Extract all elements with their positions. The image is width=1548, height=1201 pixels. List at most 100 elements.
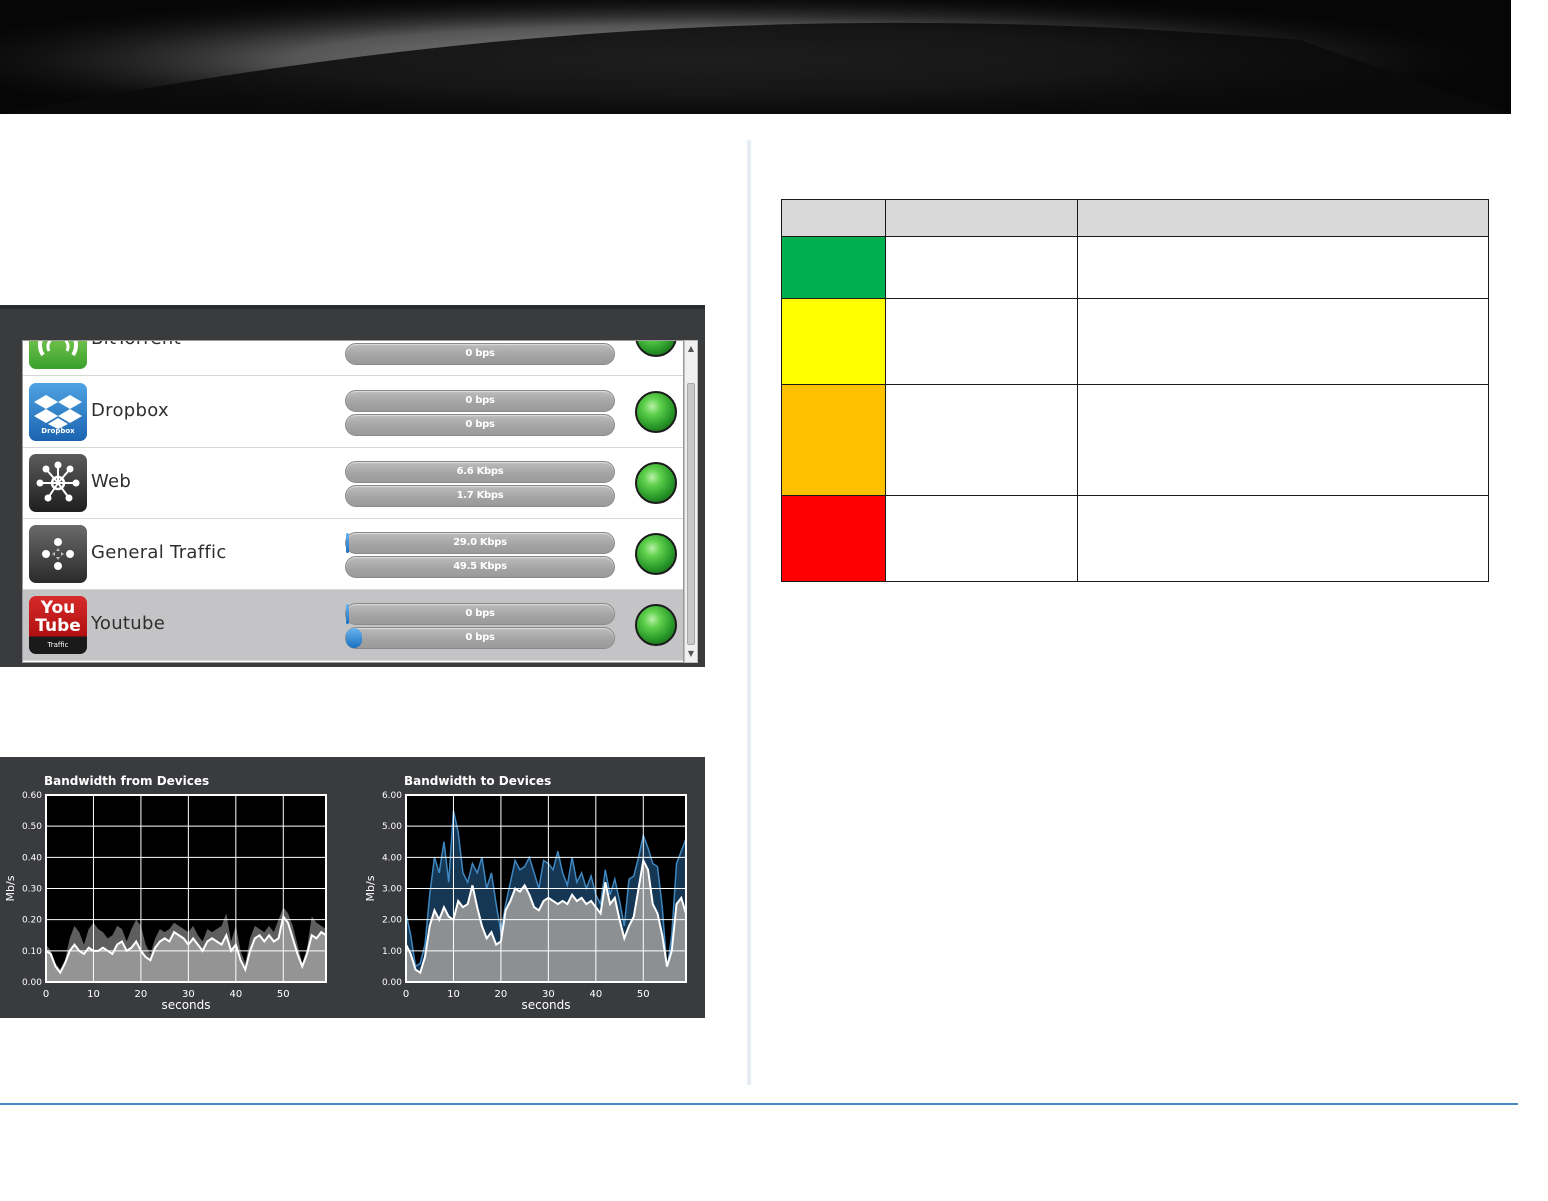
x-tick-label: 0 [403, 989, 409, 1000]
bandwidth-charts-svg: 0 10 20 30 40 500.000.100.200.300.400.500.60B… [4, 774, 687, 1012]
upload-rate-bar: 0 bps [345, 343, 615, 365]
x-tick-label: 20 [135, 989, 148, 1000]
table-header-cell [1077, 199, 1489, 237]
upload-rate-text: 0 bps [465, 395, 495, 406]
y-tick-label: 4.00 [382, 853, 402, 863]
download-rate-text: 0 bps [465, 632, 495, 643]
download-rate-bar: 0 bps [345, 627, 615, 649]
table-cell [1077, 495, 1489, 582]
application-list-panel: BitTorrent 0 bps Dropbox Dropbox [0, 305, 705, 667]
x-tick-label: 0 [43, 989, 49, 1000]
youtube-icon-you: You [40, 598, 76, 618]
chart-title: Bandwidth from Devices [44, 774, 209, 788]
upload-rate-bar: 6.6 Kbps [345, 461, 615, 483]
footer-rule [0, 1103, 1518, 1105]
x-tick-label: 40 [229, 989, 242, 1000]
status-indicator [635, 604, 677, 646]
dropbox-icon-caption: Dropbox [41, 427, 75, 435]
status-color-yellow [781, 298, 886, 385]
upload-rate-bar: 0 bps [345, 390, 615, 412]
x-axis-label: seconds [521, 998, 570, 1012]
table-header-cell [885, 199, 1078, 237]
youtube-icon: You Tube Traffic [29, 596, 87, 654]
app-name: Dropbox [91, 400, 169, 421]
table-header-cell [781, 199, 886, 237]
app-name: Youtube [91, 613, 166, 634]
upload-rate-text: 6.6 Kbps [456, 466, 504, 477]
download-rate-bar: 0 bps [345, 414, 615, 436]
chart-bandwidth-from-devices: 0 10 20 30 40 500.000.100.200.300.400.500.60B… [4, 774, 327, 1012]
dropbox-icon: Dropbox [29, 383, 87, 441]
app-row-web[interactable]: Web 6.6 Kbps 1.7 Kbps [23, 448, 683, 519]
table-cell [1077, 384, 1489, 496]
app-row-general-traffic[interactable]: General Traffic 29.0 Kbps 49.5 Kbps [23, 519, 683, 590]
upload-rate-text: 29.0 Kbps [453, 537, 507, 548]
table-row [781, 495, 1489, 582]
status-color-red [781, 495, 886, 582]
app-name: Web [91, 471, 132, 492]
status-color-orange [781, 384, 886, 496]
app-name: BitTorrent [91, 341, 181, 349]
table-cell [1077, 298, 1489, 385]
table-row [781, 236, 1489, 299]
y-tick-label: 0.00 [22, 978, 42, 988]
download-rate-bar: 1.7 Kbps [345, 485, 615, 507]
table-cell [1077, 236, 1489, 299]
application-list: BitTorrent 0 bps Dropbox Dropbox [22, 340, 684, 663]
upload-rate-bar: 0 bps [345, 603, 615, 625]
y-tick-label: 0.20 [22, 916, 42, 926]
x-tick-label: 50 [277, 989, 290, 1000]
upload-rate-text: 0 bps [465, 348, 495, 359]
table-cell [885, 298, 1078, 385]
scroll-down-icon[interactable]: ▼ [685, 648, 697, 660]
y-axis-label: Mb/s [364, 875, 377, 901]
x-tick-label: 40 [589, 989, 602, 1000]
bandwidth-charts-panel: 0 10 20 30 40 50 0.00 0.10 0.20 0.30 0.40 0.50 0.60 B… [0, 757, 705, 1018]
app-row-bittorrent[interactable]: BitTorrent 0 bps [23, 341, 683, 376]
y-tick-label: 0.00 [382, 978, 402, 988]
x-tick-label: 50 [637, 989, 650, 1000]
table-cell [885, 236, 1078, 299]
y-tick-label: 0.40 [22, 853, 42, 863]
header-banner [0, 0, 1511, 114]
youtube-icon-caption: Traffic [47, 641, 69, 649]
y-tick-label: 0.30 [22, 885, 42, 895]
download-rate-text: 0 bps [465, 419, 495, 430]
table-cell [885, 384, 1078, 496]
status-color-table [781, 199, 1489, 582]
youtube-icon-tube: Tube [35, 616, 81, 636]
y-tick-label: 0.50 [22, 822, 42, 832]
y-tick-label: 3.00 [382, 885, 402, 895]
y-tick-label: 2.00 [382, 916, 402, 926]
y-tick-label: 0.60 [22, 791, 42, 801]
status-indicator [635, 391, 677, 433]
status-indicator [635, 341, 677, 357]
x-tick-label: 10 [447, 989, 460, 1000]
column-divider [746, 140, 752, 1085]
chart-bandwidth-to-devices: 0 10 20 30 40 500.001.002.003.004.005.006.00B… [364, 774, 687, 1012]
x-tick-label: 10 [87, 989, 100, 1000]
list-scrollbar[interactable]: ▲ ▼ [684, 340, 698, 663]
status-indicator [635, 462, 677, 504]
app-row-dropbox[interactable]: Dropbox Dropbox 0 bps 0 bps [23, 377, 683, 448]
x-tick-label: 20 [495, 989, 508, 1000]
upload-rate-bar: 29.0 Kbps [345, 532, 615, 554]
general-traffic-icon [29, 525, 87, 583]
bittorrent-icon [29, 341, 87, 369]
upload-rate-text: 0 bps [465, 608, 495, 619]
x-axis-label: seconds [161, 998, 210, 1012]
table-row [781, 298, 1489, 385]
table-header-row [781, 199, 1489, 237]
status-indicator [635, 533, 677, 575]
status-color-green [781, 236, 886, 299]
table-cell [885, 495, 1078, 582]
y-tick-label: 5.00 [382, 822, 402, 832]
scroll-up-icon[interactable]: ▲ [685, 343, 697, 355]
web-icon [29, 454, 87, 512]
table-row [781, 384, 1489, 496]
banner-glow [0, 0, 1511, 114]
download-rate-text: 1.7 Kbps [456, 490, 504, 501]
app-row-youtube[interactable]: You Tube Traffic Youtube 0 bps 0 bps [23, 590, 683, 661]
scroll-thumb[interactable] [687, 383, 695, 645]
y-tick-label: 1.00 [382, 947, 402, 957]
